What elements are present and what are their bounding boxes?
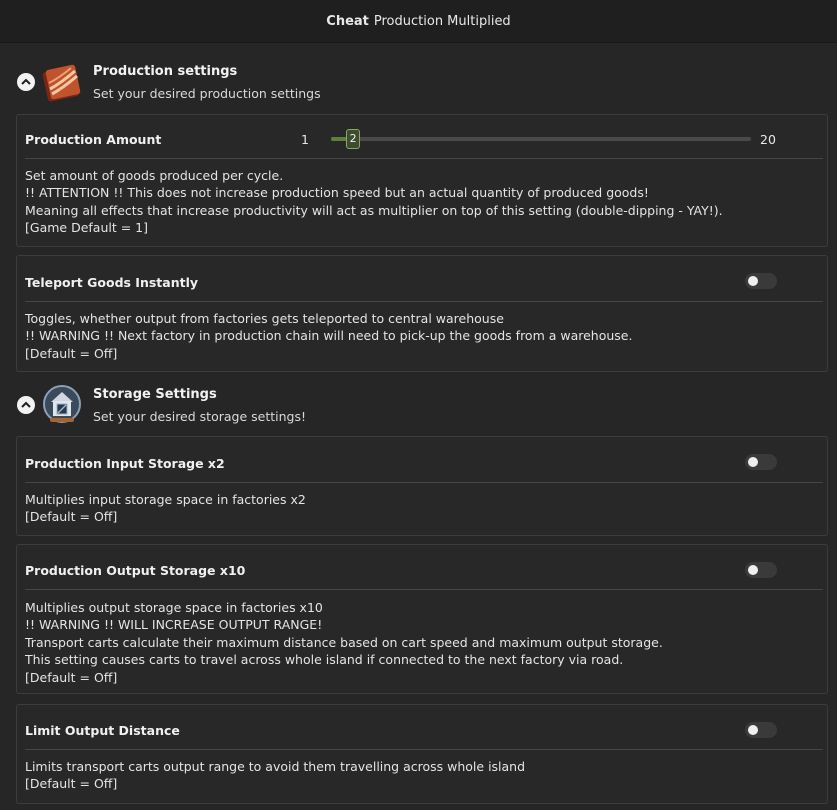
chevron-up-icon — [21, 78, 31, 85]
teleport-goods-toggle[interactable] — [745, 273, 777, 289]
section-header-production: Production settings Set your desired pro… — [17, 61, 417, 111]
section-subtitle: Set your desired production settings — [93, 86, 321, 101]
divider — [25, 589, 823, 590]
collapse-storage-button[interactable] — [17, 396, 35, 414]
section-header-storage: Storage Settings Set your desired storag… — [17, 384, 417, 434]
teleport-goods-label: Teleport Goods Instantly — [25, 275, 199, 290]
description-line: This setting causes carts to travel acro… — [25, 652, 624, 668]
limit-distance-description: Limits transport carts output range to a… — [25, 758, 819, 793]
description-line: Multiplies input storage space in factor… — [25, 492, 306, 507]
toggle-knob — [748, 565, 758, 575]
limit-distance-card: Limit Output Distance Limits transport c… — [16, 704, 828, 804]
description-line: Limits transport carts output range to a… — [25, 759, 526, 774]
window-title-text: Production Multiplied — [373, 13, 511, 29]
output-storage-description: Multiplies output storage space in facto… — [25, 599, 819, 686]
input-storage-label: Production Input Storage x2 — [25, 456, 225, 471]
settings-content: Production settings Set your desired pro… — [0, 43, 837, 810]
divider — [25, 482, 823, 483]
section-title: Storage Settings — [93, 387, 217, 402]
description-line: Multiplies output storage space in facto… — [25, 600, 323, 615]
chevron-up-icon — [21, 401, 31, 408]
production-amount-label: Production Amount — [25, 132, 162, 147]
input-storage-description: Multiplies input storage space in factor… — [25, 491, 819, 526]
description-line: [Default = Off] — [25, 776, 118, 792]
teleport-goods-card: Teleport Goods Instantly Toggles, whethe… — [16, 255, 828, 372]
production-book-icon — [42, 64, 81, 102]
description-line: Toggles, whether output from factories g… — [25, 311, 504, 326]
description-line: [Game Default = 1] — [25, 220, 148, 236]
divider — [25, 158, 823, 159]
window-title: Cheat Production Multiplied — [0, 0, 837, 43]
description-line: !! WARNING !! Next factory in production… — [25, 328, 633, 344]
description-line: !! WARNING !! WILL INCREASE OUTPUT RANGE… — [25, 617, 323, 633]
production-amount-card: Production Amount 1 2 20 Set amount of g… — [16, 114, 828, 247]
production-amount-slider[interactable]: 2 — [331, 129, 751, 149]
description-line: Meaning all effects that increase produc… — [25, 202, 723, 218]
description-line: Set amount of goods produced per cycle. — [25, 168, 284, 183]
description-line: [Default = Off] — [25, 669, 118, 685]
description-line: !! ATTENTION !! This does not increase p… — [25, 185, 649, 201]
production-amount-description: Set amount of goods produced per cycle. … — [25, 167, 819, 237]
output-storage-label: Production Output Storage x10 — [25, 563, 246, 578]
limit-distance-toggle[interactable] — [745, 722, 777, 738]
section-title: Production settings — [93, 64, 238, 79]
divider — [25, 749, 823, 750]
description-line: [Default = Off] — [25, 345, 118, 361]
slider-thumb[interactable]: 2 — [346, 129, 361, 149]
limit-distance-label: Limit Output Distance — [25, 723, 180, 738]
toggle-knob — [748, 457, 758, 467]
divider — [25, 301, 823, 302]
window-title-bold: Cheat — [326, 13, 369, 29]
input-storage-card: Production Input Storage x2 Multiplies i… — [16, 436, 828, 536]
toggle-knob — [748, 276, 758, 286]
output-storage-card: Production Output Storage x10 Multiplies… — [16, 544, 828, 694]
section-subtitle: Set your desired storage settings! — [93, 409, 306, 424]
slider-min-label: 1 — [301, 132, 309, 147]
warehouse-icon — [43, 385, 81, 423]
teleport-goods-description: Toggles, whether output from factories g… — [25, 310, 819, 362]
toggle-knob — [748, 725, 758, 735]
description-line: [Default = Off] — [25, 509, 118, 525]
description-line: Transport carts calculate their maximum … — [25, 634, 663, 650]
output-storage-toggle[interactable] — [745, 562, 777, 578]
collapse-production-button[interactable] — [17, 73, 35, 91]
slider-max-label: 20 — [760, 132, 776, 147]
input-storage-toggle[interactable] — [745, 454, 777, 470]
